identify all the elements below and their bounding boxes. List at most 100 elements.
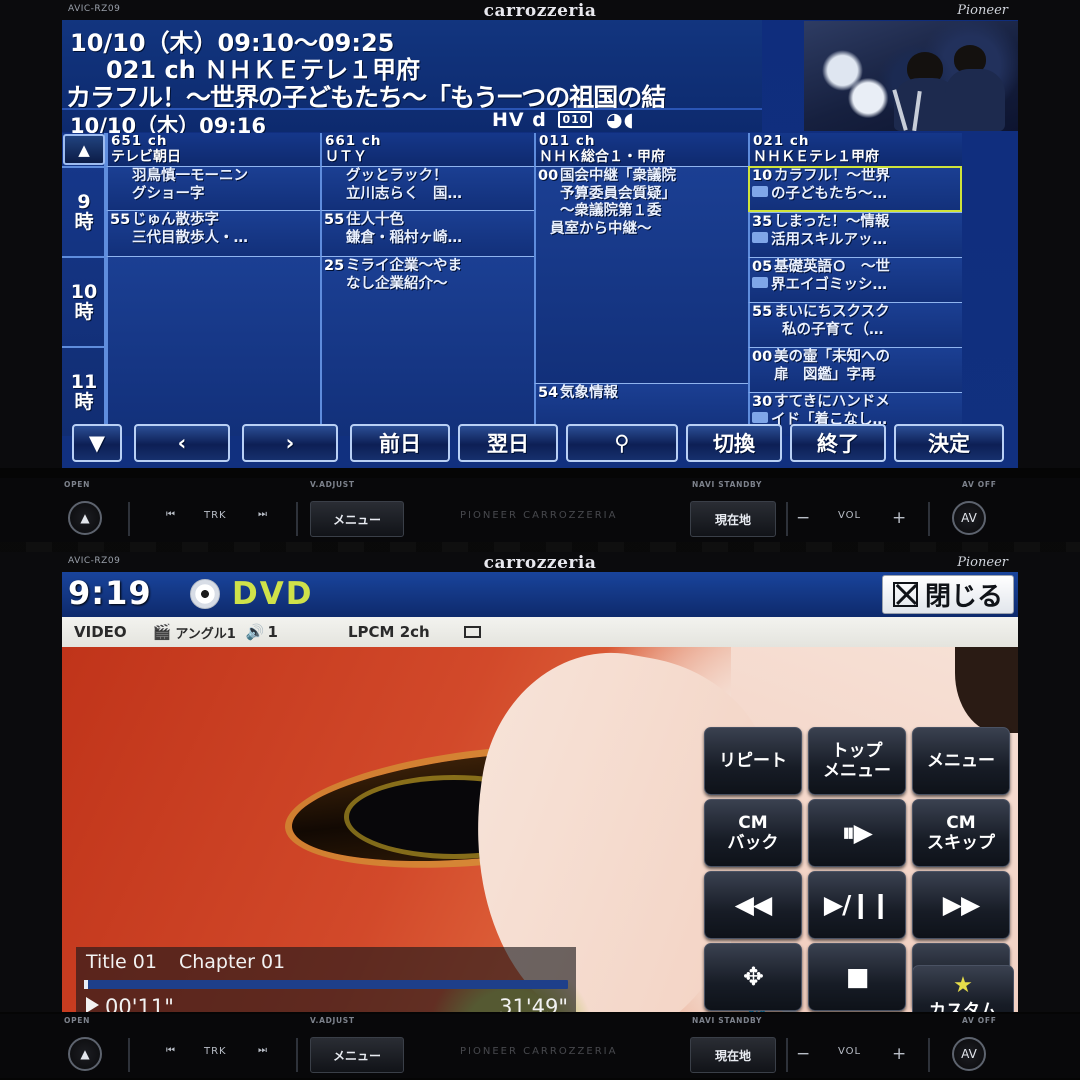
epg-preview-thumbnail[interactable] <box>804 21 1018 131</box>
volume-label: VOL <box>838 510 862 521</box>
aspect-ratio-icon <box>463 626 481 638</box>
play-icon <box>86 997 99 1012</box>
program-cell[interactable]: 35 しまった！～情報 活用スキルアッ… <box>748 212 962 257</box>
stop-button[interactable]: ■ <box>808 943 906 1011</box>
menu-button[interactable]: メニュー <box>912 727 1010 795</box>
button-label: 翌日 <box>487 432 529 456</box>
time-slot-unit: 時 <box>74 211 94 233</box>
volume-label: VOL <box>838 1046 862 1057</box>
channel-number: 011 ch <box>539 133 596 149</box>
program-cell[interactable]: 55 住人十色 鎌倉・稲村ヶ崎… <box>320 210 534 256</box>
channel-header-021[interactable]: 021 ch ＮＨＫＥテレ１甲府 <box>748 133 962 166</box>
menu-label: メニュー <box>332 1048 381 1063</box>
program-cell-empty[interactable] <box>106 256 320 436</box>
epg-header: 10/10（木）09:10～09:25 021 ch ＮＨＫＥテレ１甲府 カラフ… <box>62 20 762 138</box>
scroll-up-button[interactable]: ▲ <box>63 134 105 165</box>
program-line: 員室から中継～ <box>550 220 652 237</box>
rewind-button[interactable]: ◀◀ <box>704 871 802 939</box>
confirm-button[interactable]: 決定 <box>894 424 1004 462</box>
program-minute: 55 <box>110 212 131 228</box>
button-label: バック <box>727 833 779 853</box>
program-line: 鎌倉・稲村ヶ崎… <box>346 229 462 246</box>
channel-name: ＮＨＫＥテレ１甲府 <box>753 149 879 165</box>
track-prev-button[interactable]: ⏮ <box>166 1045 176 1056</box>
program-cell[interactable]: 00 美の壷「未知への 扉 図鑑」字再 <box>748 347 962 392</box>
program-line: ミライ企業～やま <box>346 258 462 274</box>
volume-up-button[interactable]: + <box>892 1044 907 1064</box>
eject-button[interactable]: ▲ <box>68 1037 102 1071</box>
channel-header-651[interactable]: 651 ch テレビ朝日 <box>106 133 320 166</box>
current-location-button[interactable]: 現在地 <box>690 501 776 537</box>
video-area[interactable]: Title 01 Chapter 01 00'11" 31'49" リピート ト… <box>62 647 1018 1012</box>
switch-button[interactable]: 切換 <box>686 424 782 462</box>
program-cell-selected[interactable]: 10 カラフル！～世界 の子どもたち～… <box>748 166 962 212</box>
program-cell[interactable]: 羽鳥慎一モーニン グショー字 <box>106 166 320 210</box>
scroll-down-button[interactable]: ▼ <box>72 424 122 462</box>
program-line: 基礎英語Ｏ ～世 <box>774 259 890 275</box>
epg-grid: ▲ 9 時 10 時 11 時 651 ch テレビ朝日 羽鳥慎一モーニン グシ… <box>62 133 1018 436</box>
program-cell[interactable]: 55 じゅん散歩字 三代目散歩人・… <box>106 210 320 256</box>
cm-back-button[interactable]: CM バック <box>704 799 802 867</box>
slow-play-button[interactable]: ⏸▶ <box>808 799 906 867</box>
chevron-down-icon: ▼ <box>88 431 106 455</box>
next-channel-button[interactable]: › <box>242 424 338 462</box>
fast-forward-button[interactable]: ▶▶ <box>912 871 1010 939</box>
eject-button[interactable]: ▲ <box>68 501 102 535</box>
custom-button[interactable]: ★ カスタム <box>912 965 1014 1012</box>
next-day-button[interactable]: 翌日 <box>458 424 558 462</box>
progress-bar-fill <box>84 980 88 989</box>
close-label: 閉じる <box>924 582 1003 612</box>
program-line: 美の壷「未知への <box>774 349 890 365</box>
program-minute: 10 <box>752 168 773 184</box>
program-line: 界エイゴミッシ… <box>771 276 887 293</box>
brand-bar-top: AVIC-RZ09 carrozzeria Pioneer <box>0 0 1080 22</box>
time-slot-hour: 11 <box>70 371 98 393</box>
volume-down-button[interactable]: − <box>796 508 811 528</box>
program-cell[interactable]: 00 国会中継「衆議院 予算委員会質疑」 ～衆議院第１委 員室から中継～ <box>534 166 748 383</box>
program-line: 私の子育て（… <box>782 321 884 338</box>
pioneer-logo: Pioneer <box>957 3 1008 18</box>
progress-bar[interactable] <box>84 980 568 989</box>
av-button[interactable]: AV <box>952 501 986 535</box>
program-minute: 00 <box>538 168 559 184</box>
track-prev-button[interactable]: ⏮ <box>166 509 176 520</box>
search-button[interactable]: ⚲ <box>566 424 678 462</box>
menu-button[interactable]: メニュー <box>310 1037 404 1073</box>
repeat-button[interactable]: リピート <box>704 727 802 795</box>
bezel-labels: OPEN V.ADJUST NAVI STANDBY AV OFF <box>0 480 1080 494</box>
track-next-button[interactable]: ⏭ <box>258 509 268 520</box>
cm-skip-button[interactable]: CM スキップ <box>912 799 1010 867</box>
program-minute: 55 <box>752 304 773 320</box>
thumb-person-body <box>945 69 1006 131</box>
carrozzeria-logo: carrozzeria <box>483 553 597 573</box>
previous-day-button[interactable]: 前日 <box>350 424 450 462</box>
menu-button[interactable]: メニュー <box>310 501 404 537</box>
direction-pad-button[interactable]: ✥ <box>704 943 802 1011</box>
program-cell[interactable]: 55 まいにちスクスク 私の子育て（… <box>748 302 962 347</box>
elapsed-time: 00'11" <box>86 995 174 1012</box>
play-pause-button[interactable]: ▶/❙❙ <box>808 871 906 939</box>
volume-up-button[interactable]: + <box>892 508 907 528</box>
exit-button[interactable]: 終了 <box>790 424 886 462</box>
stereo-icon: ◕◖ <box>606 109 635 131</box>
channel-header-011[interactable]: 011 ch ＮＨＫ総合１・甲府 <box>534 133 748 166</box>
bezel-label-av-off: AV OFF <box>962 480 997 489</box>
program-cell[interactable]: 25 ミライ企業～やま なし企業紹介～ <box>320 256 534 436</box>
top-menu-button[interactable]: トップ メニュー <box>808 727 906 795</box>
program-line: 住人十色 <box>346 212 404 228</box>
program-cell[interactable]: グッとラック！ 立川志らく 国… <box>320 166 534 210</box>
track-next-icon: ⏭ <box>258 509 268 520</box>
bezel-labels: OPEN V.ADJUST NAVI STANDBY AV OFF <box>0 1016 1080 1030</box>
program-cell[interactable]: 05 基礎英語Ｏ ～世 界エイゴミッシ… <box>748 257 962 302</box>
osd-time-row: 00'11" 31'49" <box>86 995 568 1012</box>
current-location-button[interactable]: 現在地 <box>690 1037 776 1073</box>
button-label: メニュー <box>823 761 891 781</box>
channel-header-661[interactable]: 661 ch ＵＴＹ <box>320 133 534 166</box>
program-line: 三代目散歩人・… <box>132 229 248 246</box>
av-button[interactable]: AV <box>952 1037 986 1071</box>
prev-channel-button[interactable]: ‹ <box>134 424 230 462</box>
epg-flags: HV d 010 ◕◖ <box>492 109 635 131</box>
track-next-button[interactable]: ⏭ <box>258 1045 268 1056</box>
close-button[interactable]: 閉じる <box>881 575 1014 614</box>
volume-down-button[interactable]: − <box>796 1044 811 1064</box>
